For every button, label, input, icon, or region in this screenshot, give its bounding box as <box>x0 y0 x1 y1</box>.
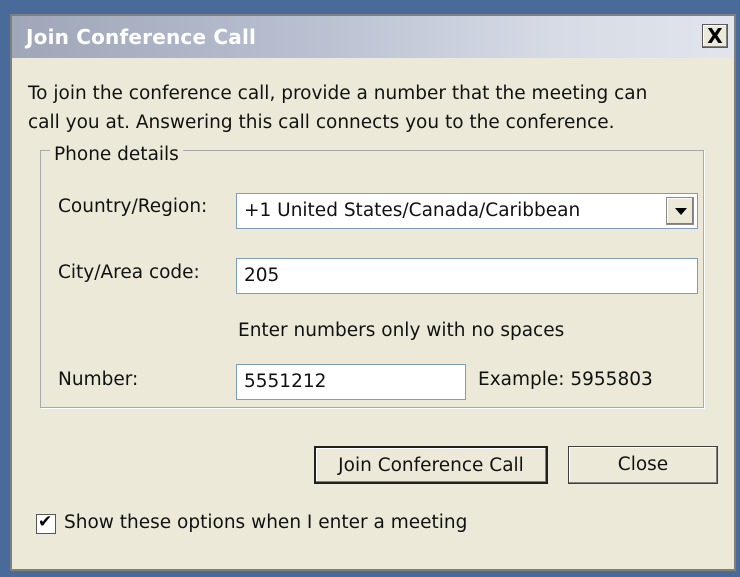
show-options-checkbox[interactable] <box>36 512 56 534</box>
intro-line-2: call you at. Answering this call connect… <box>28 112 615 133</box>
dialog-title: Join Conference Call <box>26 25 257 49</box>
title-bar[interactable]: Join Conference Call X <box>12 16 734 58</box>
country-region-value: +1 United States/Canada/Caribbean <box>244 200 581 221</box>
close-button[interactable]: Close <box>568 446 718 484</box>
number-label: Number: <box>58 369 139 390</box>
city-area-code-label: City/Area code: <box>58 262 200 283</box>
show-options-label[interactable]: Show these options when I enter a meetin… <box>64 512 467 533</box>
phone-details-label: Phone details <box>50 144 183 165</box>
number-example: Example: 5955803 <box>478 369 653 390</box>
close-icon[interactable]: X <box>702 24 728 48</box>
intro-line-1: To join the conference call, provide a n… <box>28 83 648 104</box>
country-region-label: Country/Region: <box>58 196 208 217</box>
city-area-code-input[interactable]: 205 <box>236 258 698 294</box>
join-conference-call-button[interactable]: Join Conference Call <box>314 446 548 484</box>
number-input[interactable]: 5551212 <box>236 364 466 400</box>
intro-text: To join the conference call, provide a n… <box>28 79 708 137</box>
country-region-select[interactable]: +1 United States/Canada/Caribbean <box>236 193 698 229</box>
numbers-hint: Enter numbers only with no spaces <box>238 320 565 341</box>
chevron-down-icon[interactable] <box>666 197 694 225</box>
